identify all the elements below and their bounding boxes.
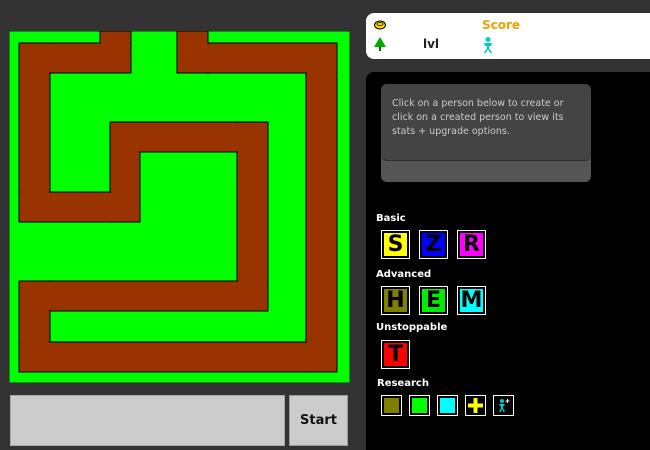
unit-button-z[interactable]: Z	[419, 230, 448, 259]
cyan-research-button[interactable]	[437, 395, 458, 416]
unit-letter: H	[384, 289, 407, 312]
coin-icon	[374, 20, 386, 30]
unit-button-e[interactable]: E	[419, 286, 448, 315]
olive-research-swatch	[384, 398, 399, 413]
olive-research-button[interactable]	[381, 395, 402, 416]
info-inner: Click on a person below to create or cli…	[381, 84, 591, 161]
unit-letter: T	[384, 343, 407, 366]
info-text: Click on a person below to create or cli…	[392, 98, 564, 137]
unit-letter: Z	[422, 233, 445, 256]
section-unstoppable: Unstoppable	[376, 322, 448, 333]
stats-panel: Score lvl	[366, 13, 650, 59]
plus-icon	[468, 398, 483, 413]
tree-icon	[374, 37, 386, 51]
level-label: lvl	[423, 37, 440, 51]
section-basic: Basic	[376, 213, 406, 224]
unit-button-h[interactable]: H	[381, 286, 410, 315]
start-button[interactable]: Start	[289, 395, 348, 446]
game-board[interactable]	[9, 31, 350, 383]
person-icon	[484, 37, 492, 53]
score-label: Score	[482, 18, 521, 32]
unit-letter: R	[460, 233, 483, 256]
section-research: Research	[377, 378, 429, 389]
unit-letter: E	[422, 289, 445, 312]
unit-button-s[interactable]: S	[381, 230, 410, 259]
unit-button-m[interactable]: M	[457, 286, 486, 315]
green-research-button[interactable]	[409, 395, 430, 416]
unit-button-r[interactable]: R	[457, 230, 486, 259]
unit-button-t[interactable]: T	[381, 340, 410, 369]
person-research-button[interactable]	[493, 395, 514, 416]
message-box	[10, 395, 285, 446]
section-advanced: Advanced	[376, 269, 432, 280]
plus-research-button[interactable]	[465, 395, 486, 416]
cyan-research-swatch	[440, 398, 455, 413]
person-plus-icon	[499, 399, 510, 412]
green-research-swatch	[412, 398, 427, 413]
unit-letter: M	[460, 287, 483, 313]
info-box: Click on a person below to create or cli…	[381, 84, 591, 182]
unit-letter: S	[384, 233, 407, 256]
